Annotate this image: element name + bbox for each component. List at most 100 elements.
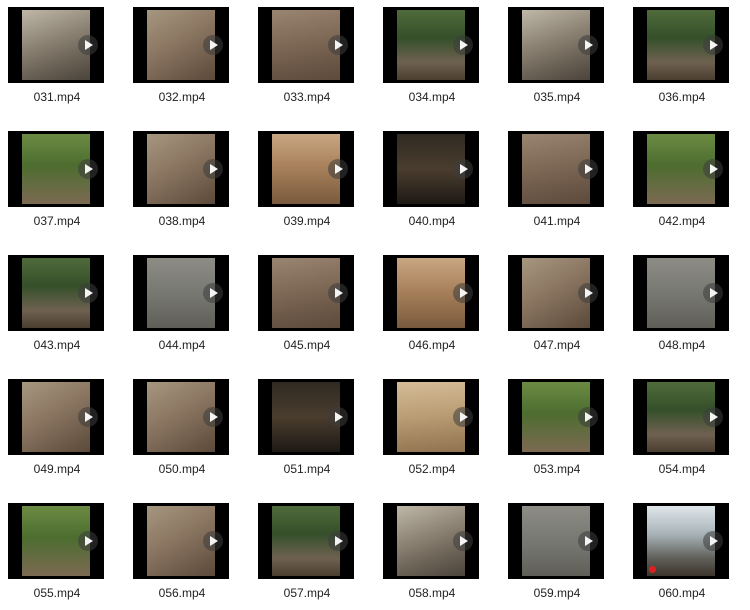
video-thumbnail[interactable] xyxy=(133,503,229,579)
video-file-item[interactable]: 035.mp4 xyxy=(500,0,620,110)
video-thumbnail[interactable] xyxy=(133,379,229,455)
video-file-item[interactable]: 036.mp4 xyxy=(625,0,745,110)
play-icon xyxy=(703,531,723,551)
video-file-item[interactable]: 057.mp4 xyxy=(250,496,370,606)
file-name-label: 033.mp4 xyxy=(283,90,331,104)
play-icon xyxy=(203,159,223,179)
play-icon xyxy=(78,407,98,427)
play-icon xyxy=(328,159,348,179)
video-file-item[interactable]: 054.mp4 xyxy=(625,372,745,482)
play-icon xyxy=(578,407,598,427)
video-thumbnail[interactable] xyxy=(383,503,479,579)
file-name-label: 044.mp4 xyxy=(158,338,206,352)
play-icon xyxy=(453,283,473,303)
video-thumbnail[interactable] xyxy=(383,131,479,207)
video-thumbnail[interactable] xyxy=(133,255,229,331)
video-thumbnail[interactable] xyxy=(258,7,354,83)
play-icon xyxy=(453,35,473,55)
file-name-label: 059.mp4 xyxy=(533,586,581,600)
file-name-label: 056.mp4 xyxy=(158,586,206,600)
video-thumbnail[interactable] xyxy=(508,7,604,83)
video-file-item[interactable]: 033.mp4 xyxy=(250,0,370,110)
file-name-label: 036.mp4 xyxy=(658,90,706,104)
file-name-label: 047.mp4 xyxy=(533,338,581,352)
video-thumbnail[interactable] xyxy=(258,131,354,207)
video-file-item[interactable]: 040.mp4 xyxy=(375,124,495,234)
file-name-label: 042.mp4 xyxy=(658,214,706,228)
video-file-item[interactable]: 055.mp4 xyxy=(0,496,120,606)
video-file-item[interactable]: 038.mp4 xyxy=(125,124,245,234)
video-file-item[interactable]: 046.mp4 xyxy=(375,248,495,358)
video-file-item[interactable]: 039.mp4 xyxy=(250,124,370,234)
video-thumbnail[interactable] xyxy=(133,131,229,207)
video-file-item[interactable]: 043.mp4 xyxy=(0,248,120,358)
file-name-label: 055.mp4 xyxy=(33,586,81,600)
video-file-grid: 031.mp4 032.mp4 033.mp4 034.mp4 035.mp4 036.m… xyxy=(0,0,750,610)
video-thumbnail[interactable] xyxy=(258,379,354,455)
play-icon xyxy=(453,159,473,179)
video-thumbnail[interactable] xyxy=(8,255,104,331)
video-thumbnail[interactable] xyxy=(258,503,354,579)
play-icon xyxy=(703,407,723,427)
video-file-item[interactable]: 031.mp4 xyxy=(0,0,120,110)
video-file-item[interactable]: 048.mp4 xyxy=(625,248,745,358)
file-name-label: 060.mp4 xyxy=(658,586,706,600)
play-icon xyxy=(328,407,348,427)
video-thumbnail[interactable] xyxy=(508,503,604,579)
video-file-item[interactable]: 060.mp4 xyxy=(625,496,745,606)
file-name-label: 031.mp4 xyxy=(33,90,81,104)
video-file-item[interactable]: 053.mp4 xyxy=(500,372,620,482)
video-thumbnail[interactable] xyxy=(8,503,104,579)
video-thumbnail[interactable] xyxy=(633,7,729,83)
video-file-item[interactable]: 037.mp4 xyxy=(0,124,120,234)
file-name-label: 039.mp4 xyxy=(283,214,331,228)
video-thumbnail[interactable] xyxy=(8,131,104,207)
video-thumbnail[interactable] xyxy=(383,379,479,455)
video-file-item[interactable]: 050.mp4 xyxy=(125,372,245,482)
video-file-item[interactable]: 052.mp4 xyxy=(375,372,495,482)
file-name-label: 048.mp4 xyxy=(658,338,706,352)
video-file-item[interactable]: 045.mp4 xyxy=(250,248,370,358)
video-file-item[interactable]: 058.mp4 xyxy=(375,496,495,606)
file-name-label: 051.mp4 xyxy=(283,462,331,476)
play-icon xyxy=(578,531,598,551)
file-name-label: 035.mp4 xyxy=(533,90,581,104)
video-file-item[interactable]: 041.mp4 xyxy=(500,124,620,234)
video-file-item[interactable]: 051.mp4 xyxy=(250,372,370,482)
file-name-label: 037.mp4 xyxy=(33,214,81,228)
video-thumbnail[interactable] xyxy=(508,255,604,331)
video-thumbnail[interactable] xyxy=(508,379,604,455)
play-icon xyxy=(578,35,598,55)
video-file-item[interactable]: 059.mp4 xyxy=(500,496,620,606)
play-icon xyxy=(78,35,98,55)
video-file-item[interactable]: 056.mp4 xyxy=(125,496,245,606)
file-name-label: 043.mp4 xyxy=(33,338,81,352)
play-icon xyxy=(703,159,723,179)
video-thumbnail[interactable] xyxy=(633,503,729,579)
play-icon xyxy=(578,283,598,303)
video-thumbnail[interactable] xyxy=(383,7,479,83)
video-file-item[interactable]: 032.mp4 xyxy=(125,0,245,110)
record-dot-icon xyxy=(649,566,656,573)
video-file-item[interactable]: 049.mp4 xyxy=(0,372,120,482)
video-thumbnail[interactable] xyxy=(258,255,354,331)
video-thumbnail[interactable] xyxy=(133,7,229,83)
play-icon xyxy=(203,407,223,427)
video-file-item[interactable]: 042.mp4 xyxy=(625,124,745,234)
video-thumbnail[interactable] xyxy=(383,255,479,331)
video-thumbnail[interactable] xyxy=(8,379,104,455)
video-thumbnail[interactable] xyxy=(633,131,729,207)
video-thumbnail[interactable] xyxy=(508,131,604,207)
play-icon xyxy=(203,531,223,551)
file-name-label: 032.mp4 xyxy=(158,90,206,104)
file-name-label: 050.mp4 xyxy=(158,462,206,476)
video-file-item[interactable]: 034.mp4 xyxy=(375,0,495,110)
video-thumbnail[interactable] xyxy=(633,255,729,331)
video-thumbnail[interactable] xyxy=(8,7,104,83)
video-thumbnail[interactable] xyxy=(633,379,729,455)
video-file-item[interactable]: 047.mp4 xyxy=(500,248,620,358)
play-icon xyxy=(78,531,98,551)
video-file-item[interactable]: 044.mp4 xyxy=(125,248,245,358)
file-name-label: 040.mp4 xyxy=(408,214,456,228)
play-icon xyxy=(703,283,723,303)
